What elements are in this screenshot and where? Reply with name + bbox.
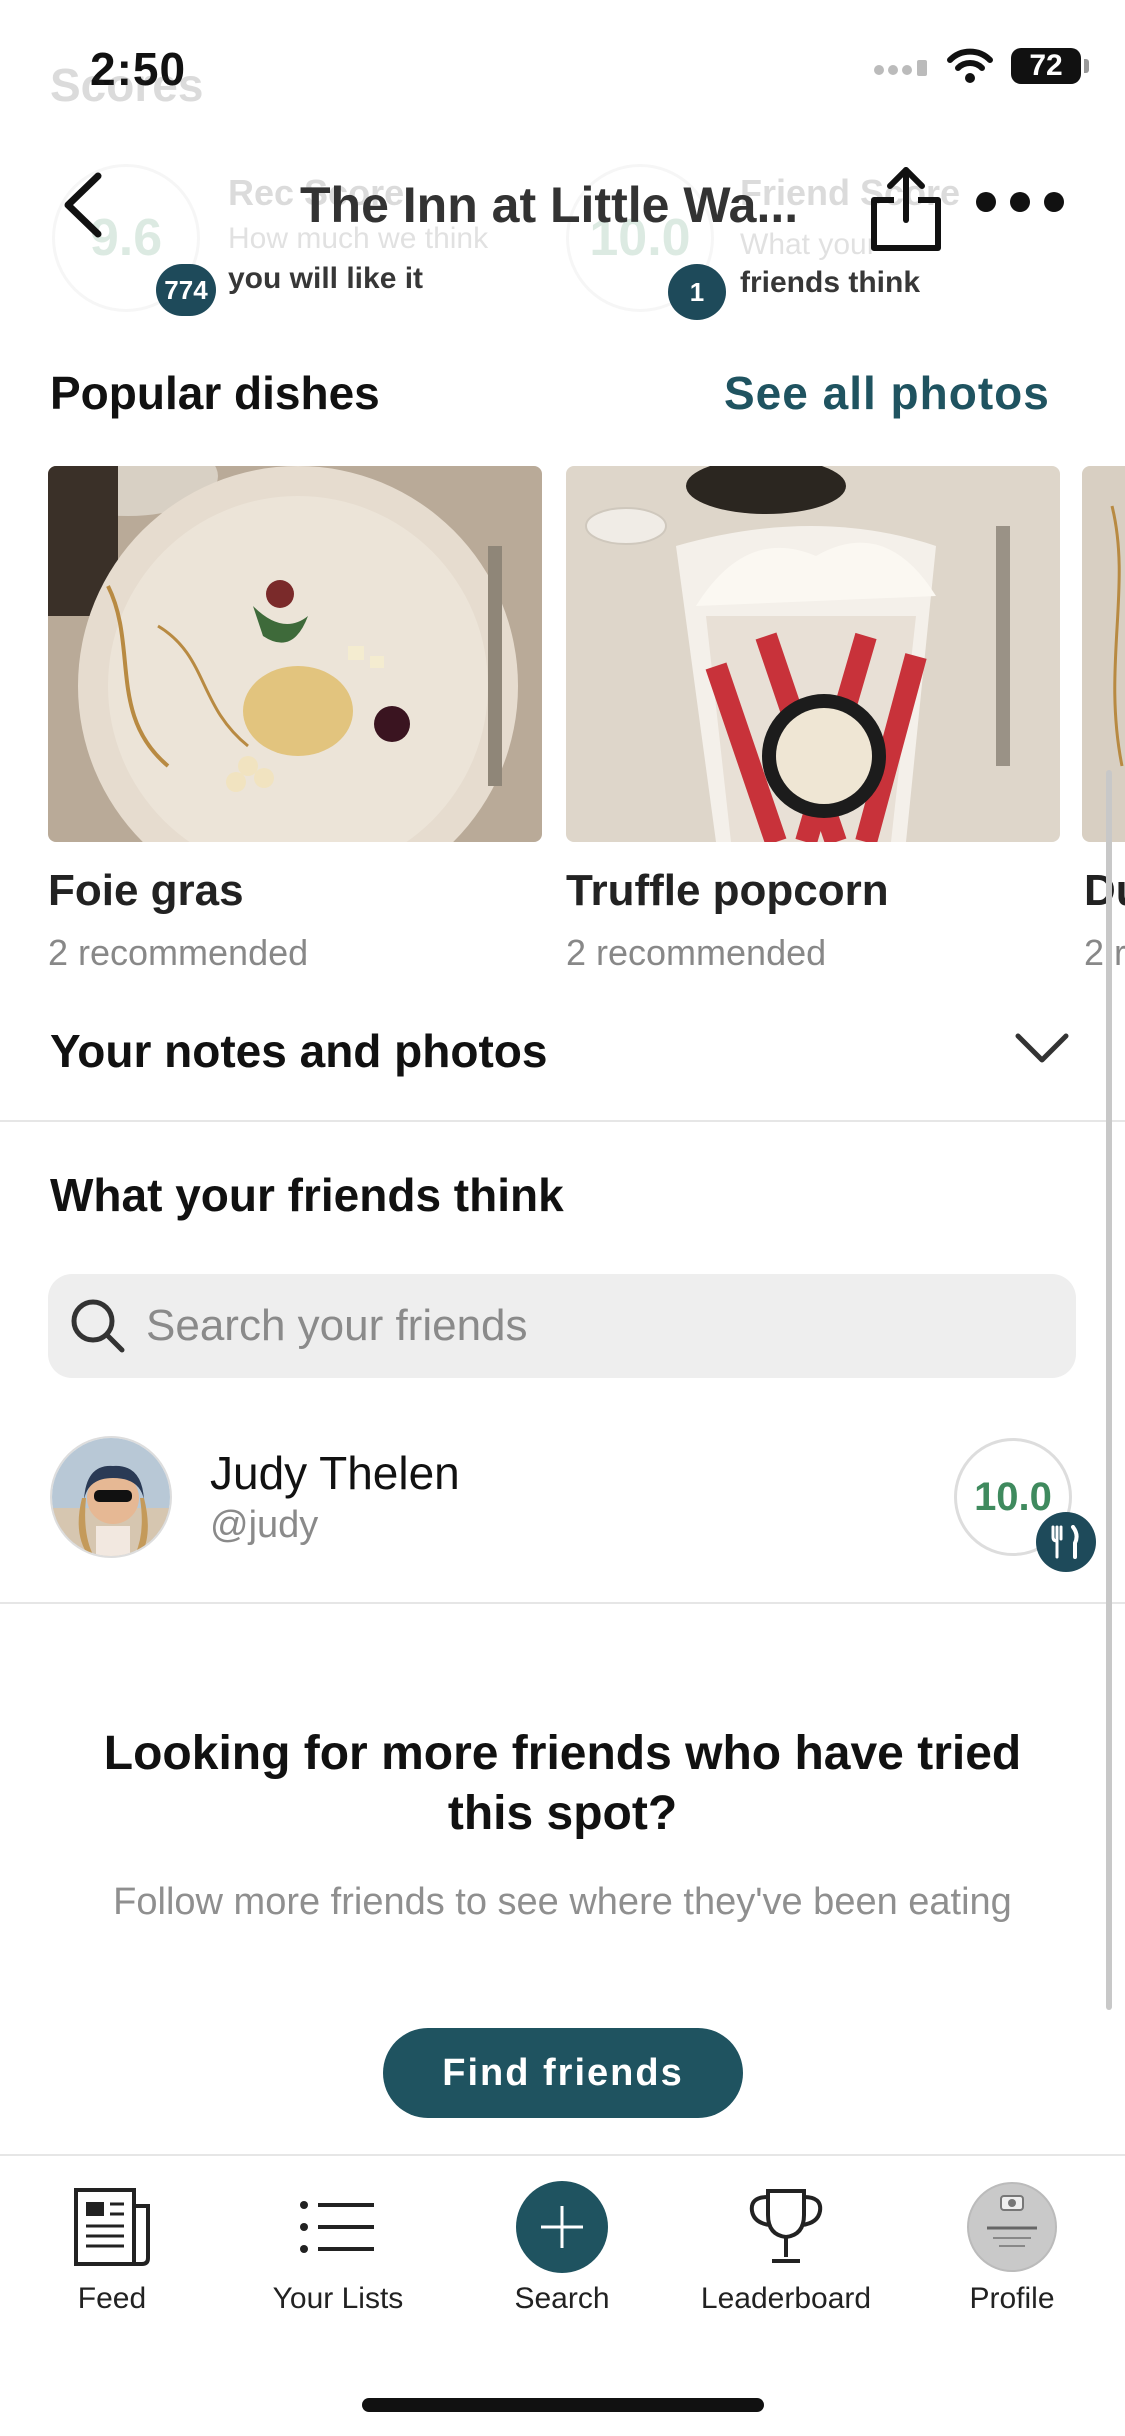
share-icon[interactable] <box>866 164 946 254</box>
tab-feed[interactable]: Feed <box>12 2182 212 2322</box>
dish-name-2[interactable]: Truffle popcorn <box>566 866 889 916</box>
dish-photo-third[interactable] <box>1082 466 1125 842</box>
avatar[interactable] <box>50 1436 172 1558</box>
friend-score-sub2: friends think <box>740 266 921 299</box>
tab-label: Your Lists <box>272 2282 404 2315</box>
friend-name[interactable]: Judy Thelen <box>210 1446 460 1500</box>
tab-search[interactable]: Search <box>462 2181 662 2322</box>
dish-recommended-2: 2 recommended <box>566 932 827 973</box>
divider <box>0 1602 1125 1604</box>
tab-label: Leaderboard <box>700 2282 872 2315</box>
see-all-photos-link[interactable]: See all photos <box>724 366 1050 420</box>
popular-dishes-heading: Popular dishes <box>50 367 380 419</box>
friend-score-count-badge: 1 <box>668 264 726 320</box>
search-icon <box>71 1299 125 1353</box>
tab-your-lists[interactable]: Your Lists <box>238 2182 438 2322</box>
find-friends-button[interactable]: Find friends <box>383 2028 743 2118</box>
newspaper-icon <box>74 2188 150 2266</box>
friend-search-input[interactable] <box>146 1301 1046 1351</box>
tab-profile[interactable]: Profile <box>912 2182 1112 2322</box>
dish-name-3[interactable]: Du <box>1084 866 1125 916</box>
home-indicator <box>362 2398 764 2412</box>
tab-leaderboard[interactable]: Leaderboard <box>686 2182 886 2322</box>
dish-recommended-1: 2 recommended <box>48 932 309 973</box>
more-options-icon[interactable] <box>976 192 1076 220</box>
dish-photo-truffle-popcorn[interactable] <box>566 466 1060 842</box>
list-icon <box>300 2201 374 2253</box>
back-chevron-icon[interactable] <box>56 170 116 240</box>
notes-heading[interactable]: Your notes and photos <box>50 1024 547 1078</box>
dish-name-1[interactable]: Foie gras <box>48 866 244 916</box>
dish-recommended-3: 2 r <box>1084 932 1125 973</box>
trophy-icon <box>749 2189 823 2263</box>
friend-search-box[interactable] <box>48 1274 1076 1378</box>
rec-score-sub2: you will like it <box>228 262 424 295</box>
cellular-signal-icon <box>874 60 927 76</box>
promo-title: Looking for more friends who have tried … <box>103 1727 1022 1840</box>
fork-knife-icon <box>1036 1512 1096 1572</box>
divider <box>0 1120 1125 1122</box>
rec-score-count-badge: 774 <box>156 264 216 316</box>
friend-handle: @judy <box>210 1504 319 1546</box>
wifi-icon <box>947 48 993 83</box>
battery-icon: 72 <box>1011 48 1089 84</box>
dish-photo-foie-gras[interactable] <box>48 466 542 842</box>
tab-label: Search <box>514 2282 610 2315</box>
scrollbar[interactable] <box>1106 770 1112 2010</box>
scores-title: Scores <box>50 59 204 111</box>
promo-subtitle: Follow more friends to see where they've… <box>113 1881 1012 1923</box>
tab-label: Profile <box>969 2282 1055 2315</box>
tab-label: Feed <box>77 2282 147 2315</box>
profile-avatar <box>967 2182 1057 2272</box>
plus-icon <box>516 2181 608 2273</box>
friends-heading: What your friends think <box>50 1169 564 1221</box>
status-icons: 72 <box>873 48 1089 84</box>
chevron-down-icon[interactable] <box>1014 1030 1070 1066</box>
page-title: The Inn at Little Wa... <box>300 177 799 233</box>
battery-level: 72 <box>1029 49 1063 82</box>
